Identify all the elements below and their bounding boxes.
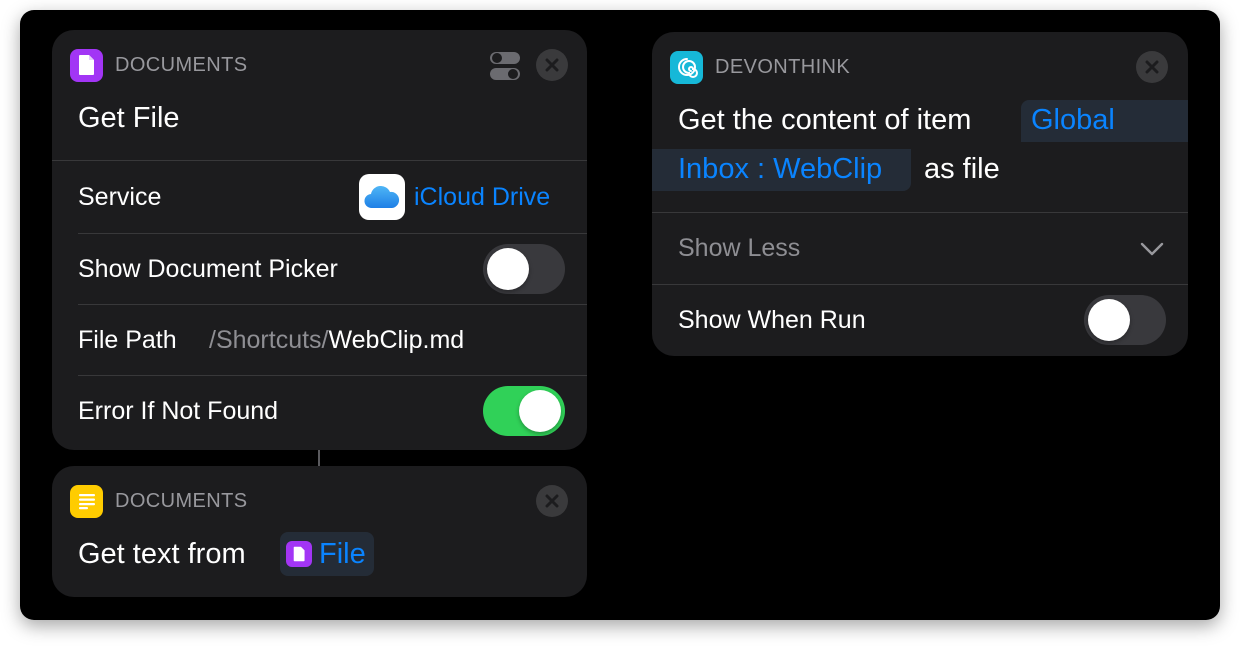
show-less-label: Show Less: [678, 234, 801, 262]
get-file-action-card: DOCUMENTS Get File Service iCloud Drive …: [52, 30, 587, 450]
text-lines-icon: [70, 484, 103, 518]
service-row[interactable]: Service iCloud Drive: [52, 162, 587, 233]
show-document-picker-toggle[interactable]: [483, 244, 565, 294]
file-path-label: File Path: [78, 326, 177, 354]
file-path-field[interactable]: /Shortcuts/WebClip.md: [209, 326, 464, 355]
show-when-run-row: Show When Run: [652, 285, 1188, 356]
devonthink-action-card: DEVONTHINK Get the content of item Globa…: [652, 32, 1188, 356]
file-path-prefix: /Shortcuts/: [209, 326, 329, 354]
file-path-row: File Path /Shortcuts/WebClip.md: [52, 305, 587, 376]
item-token-text-line1: Global: [1031, 104, 1115, 136]
close-button[interactable]: [536, 49, 568, 81]
close-icon: [545, 494, 559, 508]
toggle-knob: [487, 248, 529, 290]
error-if-not-found-row: Error If Not Found: [52, 376, 587, 447]
get-text-action-card: DOCUMENTS Get text from File: [52, 466, 587, 597]
error-if-not-found-label: Error If Not Found: [78, 397, 279, 425]
app-name: DEVONTHINK: [715, 55, 851, 78]
toggle-knob: [519, 390, 561, 432]
show-document-picker-label: Show Document Picker: [78, 255, 338, 283]
chevron-down-icon: [1140, 242, 1164, 256]
devonthink-icon: [670, 50, 703, 84]
show-when-run-toggle[interactable]: [1084, 295, 1166, 345]
action-title-prefix: Get the content of item: [678, 104, 972, 136]
divider: [52, 160, 587, 161]
action-title: Get text from: [78, 538, 246, 570]
file-path-filename: WebClip.md: [328, 326, 465, 354]
shortcuts-editor-window: DOCUMENTS Get File Service iCloud Drive …: [20, 10, 1220, 620]
error-if-not-found-toggle[interactable]: [483, 386, 565, 436]
close-icon: [1145, 60, 1159, 74]
document-icon: [70, 48, 103, 82]
document-icon: [286, 541, 312, 567]
close-icon: [545, 58, 559, 72]
app-name: DOCUMENTS: [115, 53, 248, 76]
show-when-run-label: Show When Run: [678, 306, 866, 334]
app-name: DOCUMENTS: [115, 489, 248, 512]
toggle-knob: [1088, 299, 1130, 341]
service-value[interactable]: iCloud Drive: [414, 183, 550, 212]
card-header: DOCUMENTS: [70, 484, 571, 518]
icloud-icon: [359, 174, 405, 220]
card-header: DEVONTHINK: [670, 50, 1172, 84]
show-less-row[interactable]: Show Less: [652, 213, 1188, 284]
item-token-text-line2: Inbox : WebClip: [678, 153, 883, 185]
toggle-settings-icon[interactable]: [488, 49, 522, 83]
close-button[interactable]: [536, 485, 568, 517]
action-connector: [318, 450, 320, 466]
show-document-picker-row: Show Document Picker: [52, 234, 587, 305]
action-title: Get File: [78, 102, 180, 134]
token-label: File: [319, 537, 366, 570]
service-label: Service: [78, 183, 162, 211]
close-button[interactable]: [1136, 51, 1168, 83]
file-variable-token[interactable]: File: [280, 532, 374, 576]
action-title-suffix: as file: [924, 153, 1000, 185]
